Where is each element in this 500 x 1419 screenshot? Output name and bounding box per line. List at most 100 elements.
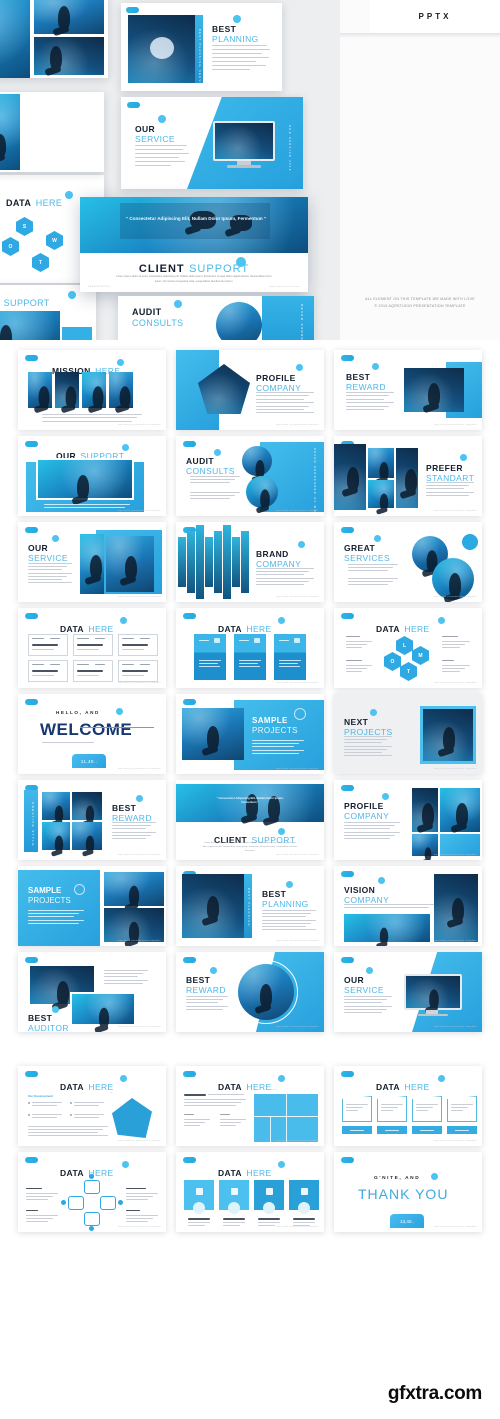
hex-s: S xyxy=(16,217,33,236)
slide-thumb-sample-projects-1[interactable]: SAMPLE PROJECTS aqrstudio presentation tem… xyxy=(176,694,324,774)
text-line xyxy=(42,417,137,419)
slide-thumb-our-support[interactable]: OUR SUPPORT aqrstudio presentation templa… xyxy=(18,436,166,516)
slide-thumb-best-reward-3[interactable]: BEST REWARD aqrstudio presentation templat… xyxy=(176,952,324,1032)
slide-footer-note: aqrstudio presentation template xyxy=(117,768,161,770)
text-line xyxy=(426,485,469,487)
slide-thumb-profile-company-2[interactable]: PROFILE COMPANY aqrstudio presentation tem… xyxy=(334,780,482,860)
text-line xyxy=(104,973,143,975)
text-line xyxy=(451,1107,468,1108)
slide-photo xyxy=(232,537,240,587)
accent-dot xyxy=(278,617,285,624)
text-line xyxy=(42,414,142,415)
slide-thumb-gnite-thank-you[interactable]: G'NITE, AND THANK YOU 13,40.. aqrstudio pre… xyxy=(334,1152,482,1232)
pill-marker xyxy=(183,441,196,447)
pill-marker xyxy=(126,7,139,13)
text-line xyxy=(344,822,400,823)
slide-photo xyxy=(82,372,106,408)
hero-slide-our-service[interactable]: OUR SERVICE OUR SERVICE 2019 xyxy=(121,97,303,189)
slide-thumb-data-here-cards[interactable]: DATA HERE aqrstudio presentation template xyxy=(176,608,324,688)
slide-thumb-hello-welcome[interactable]: HELLO, AND WELCOME 11,40.. aqrstudio presen… xyxy=(18,694,166,774)
slide-thumb-great-services[interactable]: GREAT SERVICES aqrstudio presentation temp… xyxy=(334,522,482,602)
hero-service-sub: SERVICE xyxy=(135,134,175,144)
slide-thumb-data-here-treemap[interactable]: DATA HERE •••• •••• aqrstudio presentation… xyxy=(176,1066,324,1146)
text-line xyxy=(28,579,62,580)
vertical-label-audit: NEVER SURRENDER OF WHAT YOU DREAM xyxy=(300,304,304,340)
slide-thumb-best-auditor[interactable]: BEST AUDITOR aqrstudio presentation templa… xyxy=(18,952,166,1032)
slide-thumb-sample-projects-2[interactable]: SAMPLE PROJECTS aqrstudio presentation tem… xyxy=(18,866,166,946)
slide-title-main: DATA xyxy=(218,1168,242,1178)
hero-client-body: Lorem ipsum dolor sit amet, consectetur … xyxy=(116,275,272,283)
text-line xyxy=(32,1114,62,1115)
slide-thumb-data-here-radar[interactable]: DATA HERE Our Development ••• aqrstudio pre… xyxy=(18,1066,166,1146)
slide-title-main: DATA xyxy=(218,624,242,634)
text-line xyxy=(256,571,309,573)
text-line xyxy=(346,1104,368,1105)
slide-thumb-data-here-boxes[interactable]: DATA HERE aqrstudio presentation template xyxy=(18,608,166,688)
slide-thumb-data-here-banners[interactable]: DATA HERE aqrstudio presentation template xyxy=(334,1066,482,1146)
text-line xyxy=(344,1012,382,1013)
text-line xyxy=(32,1105,57,1106)
text-line xyxy=(28,1126,108,1127)
slide-thumb-best-reward-1[interactable]: BEST REWARD aqrstudio presentation templat… xyxy=(334,350,482,430)
hero-slide-company[interactable]: Y xyxy=(0,92,104,172)
text-line xyxy=(220,1125,236,1126)
text-line xyxy=(28,910,84,911)
slide-footer-note: aqrstudio presentation template xyxy=(117,424,161,426)
slide-thumb-our-service-2[interactable]: OUR SERVICE aqrstudio presentation templat… xyxy=(334,952,482,1032)
slide-thumb-vision-company[interactable]: VISION COMPANY aqrstudio presentation temp… xyxy=(334,866,482,946)
hero-slide-consults[interactable]: TS xyxy=(0,0,108,78)
pill-marker xyxy=(183,957,196,963)
text-line xyxy=(426,482,474,483)
slide-thumb-best-reward-2[interactable]: CREATIVE STYLE BEST REWARD aqrstudio presen… xyxy=(18,780,166,860)
slide-footer-note: aqrstudio presentation template xyxy=(275,596,319,598)
text-line xyxy=(426,488,464,490)
text-line xyxy=(252,740,304,741)
slide-thumb-data-here-icon-cards[interactable]: DATA HERE aqrstudio presentation template xyxy=(176,1152,324,1232)
slide-thumb-profile-company[interactable]: PROFILE COMPANY aqrstudio presentation tem… xyxy=(176,350,324,430)
hero-slide-best-planning[interactable]: BEST PLANNING SERVICE BEST PLANNING xyxy=(121,3,282,91)
text-line xyxy=(262,929,316,931)
accent-dot xyxy=(278,828,285,835)
pill-marker xyxy=(127,102,140,108)
accent-dot xyxy=(438,1075,445,1082)
text-line xyxy=(190,482,230,484)
text-line xyxy=(256,580,309,582)
hero-slide-our-support[interactable]: OUR SUPPORT xyxy=(0,285,96,340)
hero-slide-client-support[interactable]: " Consectetur Adipiscing Elit, Nullam Do… xyxy=(80,197,308,292)
slide-thumb-brand-company[interactable]: BRAND COMPANY aqrstudio presentation templ… xyxy=(176,522,324,602)
slide-title-main: DATA xyxy=(60,624,84,634)
text-line xyxy=(190,479,235,481)
slide-thumb-our-service-1[interactable]: OUR SERVICE aqrstudio presentation templat… xyxy=(18,522,166,602)
text-line xyxy=(28,569,62,571)
slide-thumb-prefer-standart[interactable]: PREFER STANDART aqrstudio presentation tem… xyxy=(334,436,482,516)
accent-dot xyxy=(286,881,293,888)
slide-thumb-client-support[interactable]: " Consectetur Adipiscing Elit, Nullam Do… xyxy=(176,780,324,860)
slide-photo xyxy=(55,372,79,408)
slide-photo xyxy=(214,531,222,593)
text-line xyxy=(256,402,314,404)
slide-photo xyxy=(72,792,102,823)
slide-thumb-audit-consults[interactable]: AUDIT CONSULTS NEVER SURRENDER OF WHAT YOU… xyxy=(176,436,324,516)
format-badge-pptx: PPTX xyxy=(370,0,500,33)
slide-thumb-mission-here[interactable]: MISSION HERE aqrstudio presentation templ… xyxy=(18,350,166,430)
text-line xyxy=(442,647,460,648)
pill-marker xyxy=(25,527,38,533)
text-line xyxy=(256,398,304,400)
text-line xyxy=(256,409,304,410)
hex-m: M xyxy=(412,646,429,665)
slide-title-main: DATA xyxy=(60,1168,84,1178)
slide-thumb-data-here-diagram[interactable]: DATA HERE aqrstudio presentation template xyxy=(18,1152,166,1232)
slide-thumb-best-planning[interactable]: BEST PLANNING BEST PLANNING aqrstudio prese… xyxy=(176,866,324,946)
text-line xyxy=(104,982,143,984)
text-line xyxy=(344,904,434,905)
hero-slide-audit-consults[interactable]: AUDIT CONSULTS NEVER SURRENDER OF WHAT Y… xyxy=(118,296,314,340)
text-line xyxy=(262,916,306,918)
icon-card-circle xyxy=(193,1202,205,1214)
accent-dot xyxy=(278,1161,285,1168)
slide-thumb-data-here-hexagons[interactable]: DATA HERE L M O Taqrstudio presentation temp… xyxy=(334,608,482,688)
banner-card xyxy=(377,1096,407,1122)
text-line xyxy=(26,1218,53,1219)
slide-thumb-next-projects[interactable]: NEXT PROJECTS aqrstudio presentation templ… xyxy=(334,694,482,774)
text-line xyxy=(346,392,394,393)
hero-divider xyxy=(340,33,500,38)
